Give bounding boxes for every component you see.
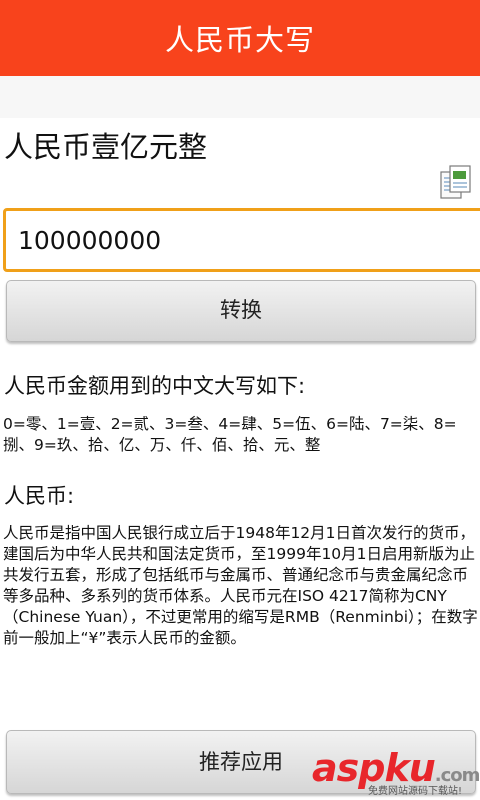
digit-mapping-text: 0=零、1=壹、2=贰、3=叁、4=肆、5=伍、6=陆、7=柒、8=捌、9=玖、… [3,415,457,454]
toolbar-strip [0,76,480,118]
copy-document-icon[interactable] [440,164,472,202]
watermark-tagline: 免费网站源码下载站! [368,786,463,797]
app-title: 人民币大写 [164,23,315,57]
convert-button[interactable]: 转换 [6,280,476,342]
rmb-description: 人民币是指中国人民银行成立后于1948年12月1日首次发行的货币，建国后为中华人… [3,524,478,647]
amount-input[interactable] [3,208,480,272]
watermark: aspku.com 免费网站源码下载站! [312,746,480,800]
rmb-heading: 人民币: [4,484,75,508]
uppercase-heading: 人民币金额用到的中文大写如下: [4,374,306,398]
result-text: 人民币壹亿元整 [4,130,208,164]
title-bar: 人民币大写 [0,0,480,76]
